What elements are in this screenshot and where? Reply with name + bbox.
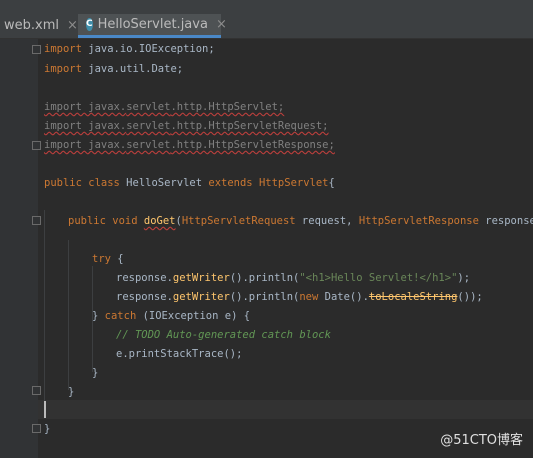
- code-line: }: [68, 386, 75, 398]
- code-line: response.getWriter().println(new Date().…: [116, 291, 483, 303]
- indent-guide: [68, 240, 69, 390]
- fold-marker[interactable]: [32, 141, 41, 150]
- java-class-icon: C: [86, 18, 93, 31]
- tab-hello-servlet-java[interactable]: C HelloServlet.java ×: [78, 14, 227, 38]
- code-line: import java.util.Date;: [44, 63, 184, 75]
- code-line: // TODO Auto-generated catch block: [116, 329, 331, 341]
- fold-marker[interactable]: [32, 424, 41, 433]
- tab-label: web.xml: [4, 17, 59, 33]
- code-line: public void doGet(HttpServletRequest req…: [68, 215, 533, 227]
- indent-guide: [44, 210, 45, 416]
- code-line: try {: [92, 253, 124, 265]
- fold-marker[interactable]: [32, 216, 41, 225]
- code-line: public class HelloServlet extends HttpSe…: [44, 177, 335, 189]
- text-caret: [44, 401, 46, 418]
- editor-tab-bar: web.xml × C HelloServlet.java ×: [0, 0, 533, 39]
- editor-gutter: [0, 39, 38, 458]
- code-line: } catch (IOException e) {: [92, 310, 251, 322]
- close-icon[interactable]: ×: [67, 18, 78, 33]
- close-icon[interactable]: ×: [216, 17, 227, 32]
- code-line: e.printStackTrace();: [116, 348, 243, 360]
- code-line: import java.io.IOException;: [44, 43, 215, 55]
- code-line: import javax.servlet.http.HttpServletReq…: [44, 120, 329, 132]
- fold-marker[interactable]: [32, 386, 41, 395]
- code-line: response.getWriter().println("<h1>Hello …: [116, 272, 471, 284]
- current-line-highlight: [38, 400, 533, 419]
- fold-marker[interactable]: [32, 45, 41, 54]
- tab-web-xml[interactable]: web.xml ×: [0, 14, 78, 36]
- code-line: import javax.servlet.http.HttpServletRes…: [44, 139, 335, 151]
- code-line: }: [44, 423, 51, 435]
- code-line: import javax.servlet.http.HttpServlet;: [44, 101, 285, 113]
- watermark: @51CTO博客: [440, 433, 523, 448]
- tab-label: HelloServlet.java: [97, 17, 208, 32]
- code-line: }: [92, 367, 99, 379]
